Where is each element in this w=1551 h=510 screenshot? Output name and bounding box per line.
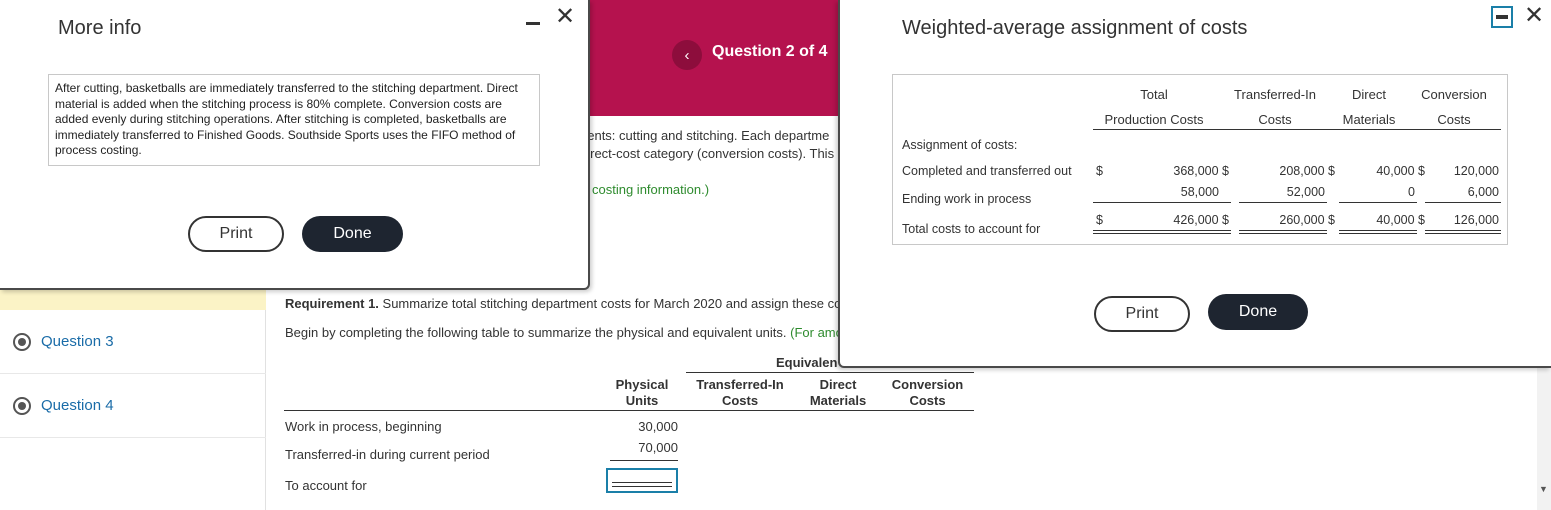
transferred-value: 52,000 [1286,185,1325,199]
row-label: Transferred-in during current period [285,447,490,462]
col-transferred-header: Costs [1258,112,1292,127]
dollar-sign: $ [1096,213,1103,227]
print-button[interactable]: Print [1094,296,1190,332]
direct-value: 0 [1408,185,1415,199]
direct-value: 40,000 $ [1376,164,1425,178]
col-total-header: Production Costs [1104,112,1204,127]
nav-question-4[interactable]: Question 4 [0,374,266,438]
row-label: Ending work in process [902,192,1032,206]
scroll-down-icon[interactable]: ▼ [1539,484,1548,494]
previous-question-button[interactable]: ‹ [672,40,702,70]
sum-rule [1239,202,1327,203]
radio-icon [13,396,31,415]
transferred-value: 208,000 $ [1279,164,1335,178]
header-rule [284,410,974,411]
radio-icon [13,332,31,351]
col-conversion-header: Costs [1437,112,1471,127]
direct-value: 40,000 $ [1376,213,1425,227]
physical-units-value: 70,000 [638,440,678,455]
dollar-sign: $ [1096,164,1103,178]
to-account-for-input[interactable] [606,468,678,493]
total-double-rule [1425,230,1501,234]
question-counter: Question 2 of 4 [712,43,828,60]
total-value: 58,000 [1180,185,1219,199]
col-direct-header: Materials [1342,112,1396,127]
minimize-icon[interactable] [526,22,540,25]
col-direct-materials: Direct Materials [809,377,867,408]
cost-assignment-table: Total Production Costs Transferred-In Co… [892,74,1508,245]
question-text-line: nents: cutting and stitching. Each depar… [580,128,830,143]
row-label: Work in process, beginning [285,419,442,434]
total-double-rule [1093,230,1231,234]
close-icon[interactable]: ✕ [1524,1,1544,30]
requirement-label: Requirement 1. [285,296,379,311]
section-label: Assignment of costs: [902,138,1018,152]
dialog-title: Weighted-average assignment of costs [902,17,1248,39]
close-icon[interactable]: ✕ [555,2,575,31]
done-button[interactable]: Done [302,216,403,252]
nav-question-label[interactable]: Question 4 [41,397,114,414]
row-label: Completed and transferred out [902,164,1072,178]
conversion-value: 120,000 [1453,164,1499,178]
instruction-text: Begin by completing the following table … [285,325,843,340]
header-rule [1093,129,1501,130]
sum-rule [1093,202,1231,203]
minimize-icon[interactable] [1491,6,1513,28]
weighted-average-dialog: Weighted-average assignment of costs ✕ T… [838,0,1551,368]
row-label: Total costs to account for [902,222,1041,236]
sum-rule [1339,202,1417,203]
more-info-text: After cutting, basketballs are immediate… [48,74,540,166]
dialog-title: More info [58,17,142,39]
done-button[interactable]: Done [1208,294,1308,330]
conversion-value: 126,000 [1453,213,1499,227]
total-double-rule [1239,230,1327,234]
col-transferred-header: Transferred-In [1234,87,1316,102]
print-button[interactable]: Print [188,216,284,252]
instruction-note: (For amo [790,325,843,340]
col-physical-units: Physical Units [615,377,669,408]
col-total-header: Total [1140,87,1168,102]
col-conversion-costs: Conversion Costs [891,377,964,408]
question-text-line: costing information.) [592,182,710,197]
more-info-dialog: More info ✕ After cutting, basketballs a… [0,0,590,290]
physical-units-value: 30,000 [638,419,678,434]
total-double-rule [1339,230,1417,234]
sum-rule [610,460,678,461]
units-table: Equivalen Physical Units Transferred-In … [280,350,980,510]
row-label: To account for [285,478,367,493]
equivalent-units-header: Equivalen [776,355,838,370]
conversion-value: 6,000 [1467,185,1499,199]
total-value: 368,000 $ [1173,164,1229,178]
header-rule [686,372,974,373]
nav-question-3[interactable]: Question 3 [0,310,266,374]
chevron-left-icon: ‹ [684,46,690,64]
total-value: 426,000 $ [1173,213,1229,227]
col-direct-header: Direct [1352,87,1386,102]
sum-rule [1425,202,1501,203]
question-text-line: direct-cost category (conversion costs).… [580,146,835,161]
requirement-body: Summarize total stitching department cos… [378,296,842,311]
transferred-value: 260,000 $ [1279,213,1335,227]
requirement-text: Requirement 1. Summarize total stitching… [285,296,841,311]
instruction-body: Begin by completing the following table … [285,325,791,340]
nav-question-label[interactable]: Question 3 [41,333,114,350]
col-conversion-header: Conversion [1421,87,1487,102]
col-transferred-in-costs: Transferred-In Costs [696,377,784,408]
